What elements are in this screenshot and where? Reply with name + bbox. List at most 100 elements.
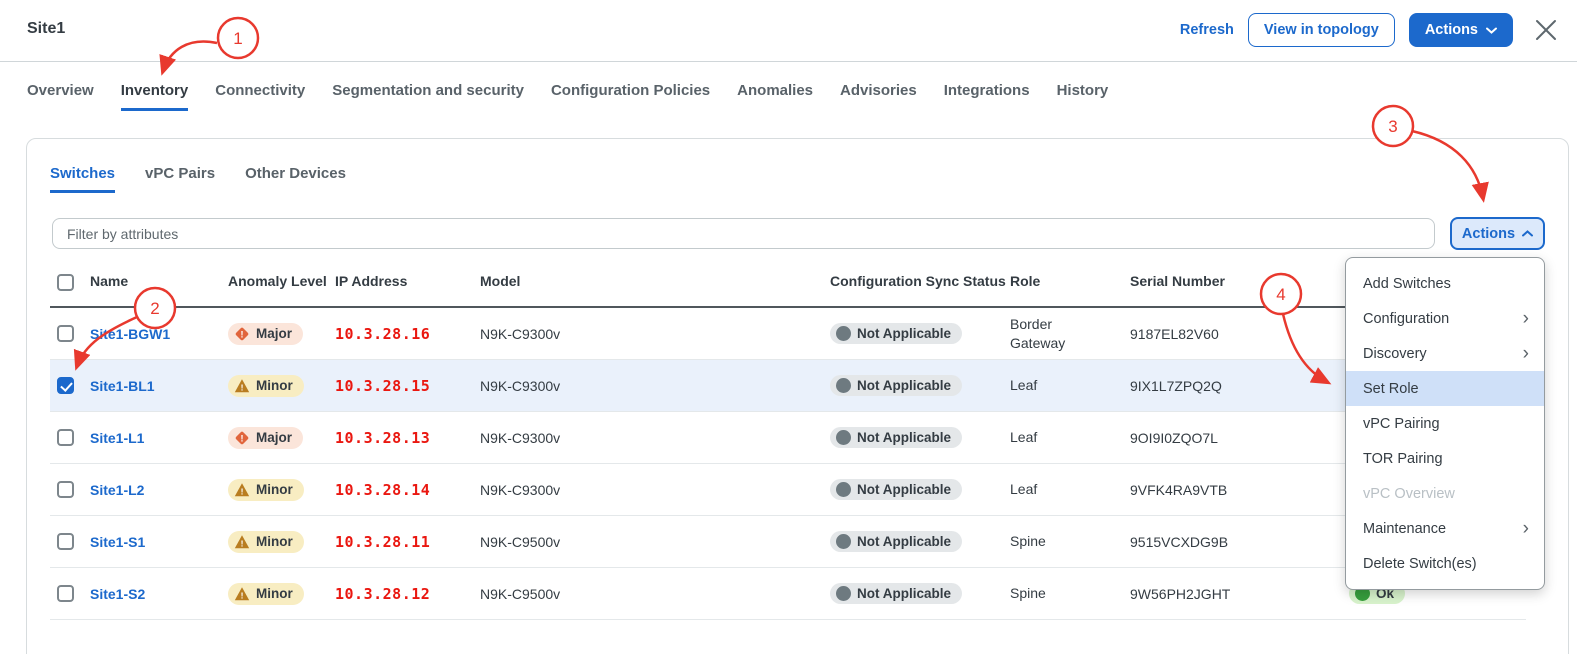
table-row: Site1-BGW1 !Major 10.3.28.16 N9K-C9300v …	[50, 308, 1526, 360]
anomaly-badge: !Major	[228, 323, 303, 345]
svg-text:!: !	[241, 382, 244, 392]
serial-number: 9187EL82V60	[1130, 326, 1340, 342]
sync-status-badge: Not Applicable	[830, 583, 962, 604]
role: Leaf	[1010, 480, 1130, 499]
select-all-checkbox[interactable]	[57, 274, 74, 291]
header-actions: Refresh View in topology Actions	[1180, 13, 1559, 47]
ip-address: 10.3.28.11	[335, 533, 430, 551]
subtab-other-devices[interactable]: Other Devices	[245, 165, 346, 193]
column-header-role[interactable]: Role	[1010, 273, 1130, 291]
chevron-right-icon: ›	[1523, 309, 1529, 328]
tab-connectivity[interactable]: Connectivity	[215, 82, 305, 111]
switch-name-link[interactable]: Site1-BL1	[90, 378, 155, 394]
serial-number: 9VFK4RA9VTB	[1130, 482, 1340, 498]
svg-text:!: !	[241, 538, 244, 548]
anomaly-badge: !Minor	[228, 531, 304, 553]
ip-address: 10.3.28.13	[335, 429, 430, 447]
filter-input[interactable]	[52, 218, 1435, 249]
column-header-serial-number[interactable]: Serial Number	[1130, 273, 1340, 291]
sync-status-badge: Not Applicable	[830, 531, 962, 552]
switch-name-link[interactable]: Site1-L1	[90, 430, 144, 446]
anomaly-badge: !Major	[228, 427, 303, 449]
tab-integrations[interactable]: Integrations	[944, 82, 1030, 111]
tab-history[interactable]: History	[1057, 82, 1109, 111]
tab-configuration-policies[interactable]: Configuration Policies	[551, 82, 710, 111]
switch-name-link[interactable]: Site1-S1	[90, 534, 145, 550]
switch-name-link[interactable]: Site1-S2	[90, 586, 145, 602]
svg-text:1: 1	[233, 29, 242, 48]
column-header-anomaly-level[interactable]: Anomaly Level	[228, 273, 335, 291]
model: N9K-C9300v	[480, 430, 830, 446]
tab-segmentation-and-security[interactable]: Segmentation and security	[332, 82, 524, 111]
model: N9K-C9500v	[480, 534, 830, 550]
subtab-vpc-pairs[interactable]: vPC Pairs	[145, 165, 215, 193]
ip-address: 10.3.28.15	[335, 377, 430, 395]
column-header-model[interactable]: Model	[480, 273, 830, 291]
menu-item-configuration[interactable]: Configuration›	[1346, 301, 1544, 336]
view-in-topology-button[interactable]: View in topology	[1248, 13, 1395, 47]
row-checkbox[interactable]	[57, 585, 74, 602]
table-actions-button[interactable]: Actions	[1450, 217, 1545, 250]
switch-name-link[interactable]: Site1-L2	[90, 482, 144, 498]
ip-address: 10.3.28.16	[335, 325, 430, 343]
sync-status-badge: Not Applicable	[830, 375, 962, 396]
menu-item-vpc-overview: vPC Overview	[1346, 476, 1544, 511]
chevron-right-icon: ›	[1523, 344, 1529, 363]
status-dot-icon	[836, 586, 851, 601]
page-title: Site1	[27, 20, 65, 38]
close-icon[interactable]	[1533, 17, 1559, 43]
switches-table: Name Anomaly Level IP Address Model Conf…	[50, 258, 1526, 620]
serial-number: 9IX1L7ZPQ2Q	[1130, 378, 1340, 394]
column-header-name[interactable]: Name	[90, 273, 228, 291]
row-checkbox[interactable]	[57, 429, 74, 446]
role: Leaf	[1010, 428, 1130, 447]
table-row: Site1-BL1 !Minor 10.3.28.15 N9K-C9300v N…	[50, 360, 1526, 412]
row-checkbox[interactable]	[57, 481, 74, 498]
major-icon: !	[234, 326, 250, 342]
menu-item-maintenance[interactable]: Maintenance›	[1346, 511, 1544, 546]
column-header-ip-address[interactable]: IP Address	[335, 273, 480, 291]
tab-bar: Overview Inventory Connectivity Segmenta…	[27, 82, 1108, 111]
tab-overview[interactable]: Overview	[27, 82, 94, 111]
anomaly-badge: !Minor	[228, 583, 304, 605]
ip-address: 10.3.28.14	[335, 481, 430, 499]
serial-number: 9OI9I0ZQO7L	[1130, 430, 1340, 446]
tab-advisories[interactable]: Advisories	[840, 82, 917, 111]
menu-item-delete-switches[interactable]: Delete Switch(es)	[1346, 546, 1544, 581]
ip-address: 10.3.28.12	[335, 585, 430, 603]
svg-text:!: !	[241, 329, 244, 339]
tab-inventory[interactable]: Inventory	[121, 82, 189, 111]
minor-icon: !	[234, 586, 250, 602]
role: Leaf	[1010, 376, 1130, 395]
row-checkbox[interactable]	[57, 533, 74, 550]
menu-item-discovery[interactable]: Discovery›	[1346, 336, 1544, 371]
refresh-button[interactable]: Refresh	[1180, 22, 1234, 38]
switch-name-link[interactable]: Site1-BGW1	[90, 326, 170, 342]
major-icon: !	[234, 430, 250, 446]
subtab-switches[interactable]: Switches	[50, 165, 115, 193]
row-checkbox[interactable]	[57, 377, 74, 394]
model: N9K-C9500v	[480, 586, 830, 602]
tab-anomalies[interactable]: Anomalies	[737, 82, 813, 111]
svg-text:!: !	[241, 590, 244, 600]
table-row: Site1-S2 !Minor 10.3.28.12 N9K-C9500v No…	[50, 568, 1526, 620]
panel-actions-button[interactable]: Actions	[1409, 13, 1513, 47]
row-checkbox[interactable]	[57, 325, 74, 342]
anomaly-badge: !Minor	[228, 375, 304, 397]
column-header-configuration-sync-status[interactable]: Configuration Sync Status	[830, 273, 1010, 291]
status-dot-icon	[836, 378, 851, 393]
annotation-step-1: 1	[163, 18, 258, 71]
chevron-down-icon	[1486, 27, 1497, 34]
sync-status-badge: Not Applicable	[830, 427, 962, 448]
role: Border Gateway	[1010, 315, 1130, 353]
chevron-up-icon	[1522, 230, 1533, 237]
menu-item-set-role[interactable]: Set Role	[1346, 371, 1544, 406]
menu-item-add-switches[interactable]: Add Switches	[1346, 266, 1544, 301]
menu-item-vpc-pairing[interactable]: vPC Pairing	[1346, 406, 1544, 441]
table-row: Site1-L2 !Minor 10.3.28.14 N9K-C9300v No…	[50, 464, 1526, 516]
model: N9K-C9300v	[480, 482, 830, 498]
svg-text:!: !	[241, 486, 244, 496]
menu-item-tor-pairing[interactable]: TOR Pairing	[1346, 441, 1544, 476]
sync-status-badge: Not Applicable	[830, 479, 962, 500]
status-dot-icon	[836, 482, 851, 497]
